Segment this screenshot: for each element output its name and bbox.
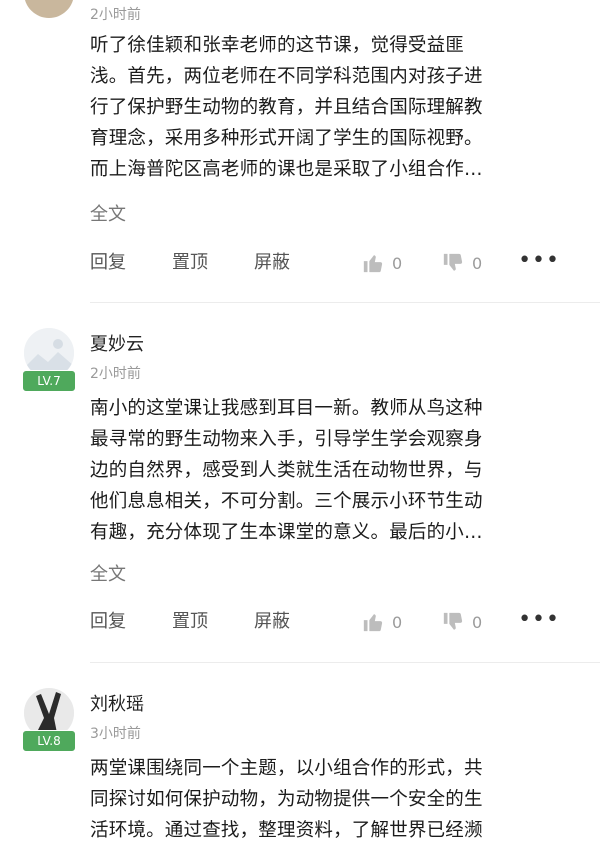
- pin-button[interactable]: 置顶: [172, 248, 208, 278]
- divider: [90, 662, 600, 663]
- user-name[interactable]: 刘秋瑶: [90, 690, 144, 716]
- comment-line: 他们息息相关，不可分割。三个展示小环节生动: [90, 491, 483, 512]
- comment-line: 听了徐佳颖和张幸老师的这节课，觉得受益匪: [90, 35, 465, 56]
- dislike-button[interactable]: 0: [442, 252, 482, 274]
- block-button[interactable]: 屏蔽: [254, 248, 290, 278]
- more-icon[interactable]: •••: [518, 248, 560, 274]
- comment-line: 行了保护野生动物的教育，并且结合国际理解教: [90, 97, 483, 118]
- avatar[interactable]: [24, 0, 74, 18]
- comment-time: 3小时前: [90, 726, 141, 742]
- comment-line: 而上海普陀区高老师的课也是采取了小组合作…: [90, 159, 483, 180]
- block-button[interactable]: 屏蔽: [254, 607, 290, 637]
- comment-line: 南小的这堂课让我感到耳目一新。教师从鸟这种: [90, 398, 483, 419]
- level-badge: LV.7: [22, 370, 76, 392]
- like-button[interactable]: 0: [362, 252, 402, 274]
- dislike-count: 0: [472, 612, 483, 632]
- comment-line: 边的自然界，感受到人类就生活在动物世界，与: [90, 460, 483, 481]
- more-icon[interactable]: •••: [518, 607, 560, 633]
- comment-line: 有趣，充分体现了生本课堂的意义。最后的小…: [90, 522, 483, 543]
- comment-text: 听了徐佳颖和张幸老师的这节课，觉得受益匪 浅。首先，两位老师在不同学科范围内对孩…: [90, 30, 576, 185]
- like-button[interactable]: 0: [362, 611, 402, 633]
- thumbs-down-icon: [443, 612, 463, 630]
- comment-line: 浅。首先，两位老师在不同学科范围内对孩子进: [90, 66, 483, 87]
- dislike-button[interactable]: 0: [442, 611, 482, 633]
- comment-line: 同探讨如何保护动物，为动物提供一个安全的生: [90, 789, 483, 810]
- like-count: 0: [392, 612, 403, 632]
- dislike-count: 0: [472, 253, 483, 273]
- thumbs-up-icon: [363, 255, 383, 273]
- comment-line: 最寻常的野生动物来入手，引导学生学会观察身: [90, 429, 483, 450]
- like-count: 0: [392, 253, 403, 273]
- pin-button[interactable]: 置顶: [172, 607, 208, 637]
- comment-text: 南小的这堂课让我感到耳目一新。教师从鸟这种 最寻常的野生动物来入手，引导学生学会…: [90, 393, 576, 548]
- reply-button[interactable]: 回复: [90, 248, 126, 278]
- comment-time: 2小时前: [90, 7, 141, 23]
- divider: [90, 302, 600, 303]
- thumbs-up-icon: [363, 614, 383, 632]
- comment-text: 两堂课围绕同一个主题，以小组合作的形式，共 同探讨如何保护动物，为动物提供一个安…: [90, 753, 576, 846]
- comment-time: 2小时前: [90, 366, 141, 382]
- comment-line: 育理念，采用多种形式开阔了学生的国际视野。: [90, 128, 483, 149]
- comment-line: 两堂课围绕同一个主题，以小组合作的形式，共: [90, 758, 483, 779]
- user-name[interactable]: 夏妙云: [90, 330, 144, 356]
- comment-actions: 回复 置顶 屏蔽 0 0 •••: [90, 607, 560, 637]
- level-badge: LV.8: [22, 730, 76, 752]
- reply-button[interactable]: 回复: [90, 607, 126, 637]
- comment-line: 活环境。通过查找，整理资料，了解世界已经濒: [90, 820, 483, 841]
- full-text-link[interactable]: 全文: [90, 200, 126, 226]
- comment-actions: 回复 置顶 屏蔽 0 0 •••: [90, 248, 560, 278]
- thumbs-down-icon: [443, 253, 463, 271]
- full-text-link[interactable]: 全文: [90, 560, 126, 586]
